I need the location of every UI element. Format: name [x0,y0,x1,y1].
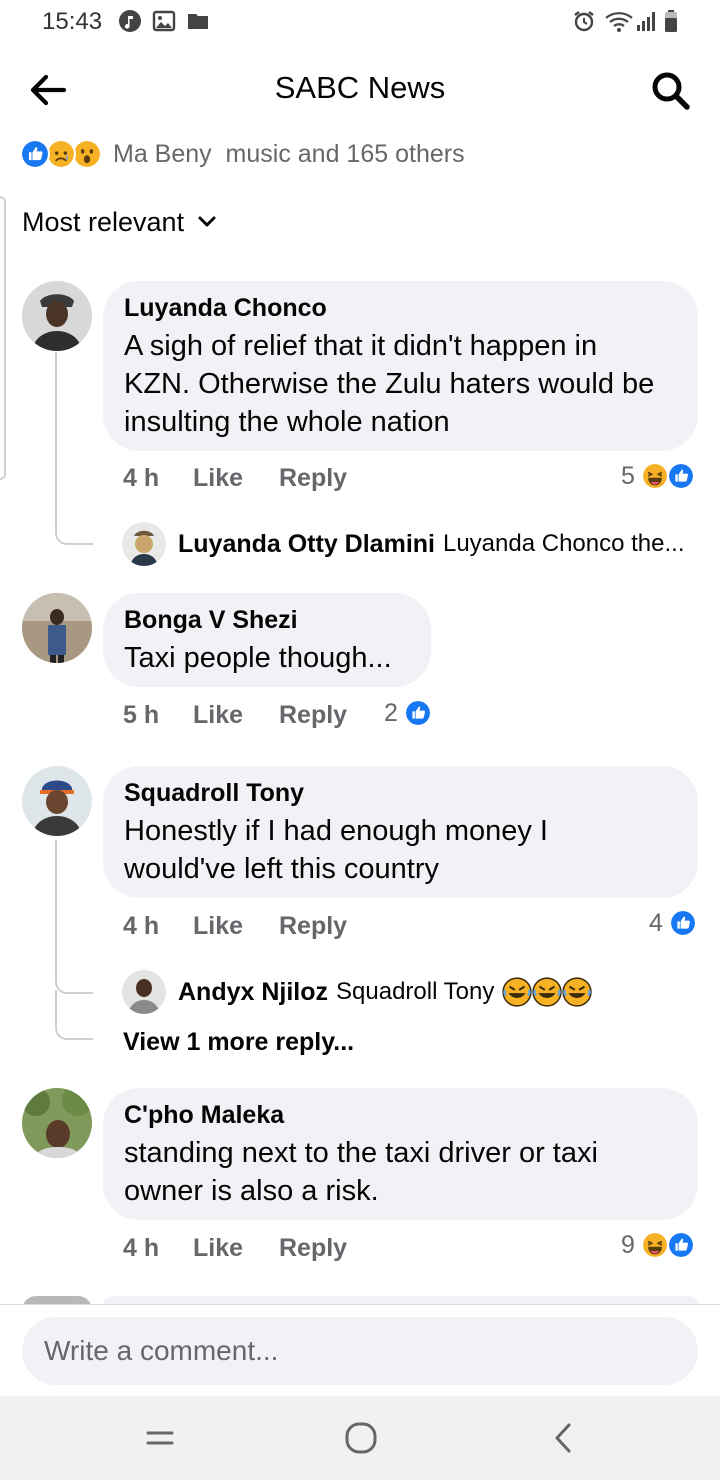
like-button[interactable]: Like [193,1234,279,1263]
rofl-emoji-icon [532,977,563,1007]
reply-preview[interactable]: Andyx Njiloz Squadroll Tony [122,970,593,1014]
haha-reaction-icon [640,1231,669,1259]
reaction-count-number: 5 [621,461,635,490]
comment-input[interactable] [22,1317,698,1385]
sad-reaction-icon [46,139,76,169]
rofl-emoji-icon [562,977,593,1007]
sort-label: Most relevant [22,206,185,237]
comment-author[interactable]: Squadroll Tony [124,778,676,808]
view-more-replies-link[interactable]: View 1 more reply... [123,1028,354,1057]
reaction-count-number: 4 [649,908,663,937]
signal-icon [637,12,655,31]
avatar[interactable] [22,281,92,351]
reply-text: Squadroll Tony [336,978,495,1005]
comment-actions: 4 h Like Reply [123,909,383,943]
like-button[interactable]: Like [193,912,279,941]
thread-connector [55,990,93,1040]
laughing-emoji-group [502,977,593,1007]
avatar[interactable] [122,522,166,566]
reaction-icons [20,137,108,171]
wow-reaction-icon [72,139,102,169]
comment-actions: 5 h Like Reply [123,698,383,732]
system-nav-bar [0,1396,720,1480]
comment-author[interactable]: C'pho Maleka [124,1100,676,1130]
battery-icon [665,10,677,32]
comment-author[interactable]: Luyanda Chonco [124,293,676,323]
like-button[interactable]: Like [193,464,279,493]
folder-notification-icon [188,14,208,29]
avatar-image [22,281,92,351]
search-icon[interactable] [646,66,694,114]
comment-timestamp: 5 h [123,700,160,729]
page-title: SABC News [274,70,446,105]
reactions-text: Ma Beny music and 165 others [113,139,465,168]
avatar[interactable] [22,593,92,663]
sort-dropdown[interactable]: Most relevant [22,200,218,244]
reactions-summary[interactable]: Ma Beny music and 165 others [20,134,465,174]
comment-bubble[interactable]: Luyanda Chonco A sigh of relief that it … [103,281,698,451]
comment-text: Taxi people though... [124,642,392,674]
reply-author[interactable]: Andyx Njiloz [178,978,328,1007]
avatar-image [22,766,92,836]
reaction-count[interactable]: 5 [621,459,695,493]
avatar[interactable] [22,1088,92,1158]
comment-bubble[interactable]: Squadroll Tony Honestly if I had enough … [103,766,698,898]
avatar-image [122,522,166,566]
reaction-count[interactable]: 4 [649,906,697,940]
comment-bubble[interactable]: C'pho Maleka standing next to the taxi d… [103,1088,698,1220]
home-icon[interactable] [341,1418,381,1458]
comment-timestamp: 4 h [123,911,160,940]
reply-button[interactable]: Reply [279,912,383,941]
avatar[interactable] [22,766,92,836]
status-bar: 15:43 [0,0,720,44]
comment-composer [0,1304,720,1396]
avatar-image [122,970,166,1014]
comment-actions: 4 h Like Reply [123,1231,383,1265]
like-button[interactable]: Like [193,701,279,730]
comment-timestamp: 4 h [123,1233,160,1262]
comment-text: Honestly if I had enough money I would'v… [124,815,548,885]
comment-text: A sigh of relief that it didn't happen i… [124,330,655,438]
comment-text: standing next to the taxi driver or taxi… [124,1137,598,1207]
reply-author[interactable]: Luyanda Otty Dlamini [178,530,435,559]
scroll-edge-indicator [0,196,6,480]
reaction-count-number: 2 [384,698,398,727]
reaction-count-number: 9 [621,1230,635,1259]
chevron-down-icon [198,216,216,227]
reply-preview[interactable]: Luyanda Otty Dlamini Luyanda Chonco the.… [122,522,685,566]
recent-apps-icon[interactable] [140,1418,180,1458]
avatar[interactable] [122,970,166,1014]
reply-text: Luyanda Chonco the... [442,530,685,557]
avatar-image [22,593,92,663]
gallery-notification-icon [152,10,176,32]
back-icon[interactable] [544,1418,584,1458]
alarm-icon [574,11,594,32]
comment-timestamp: 4 h [123,463,160,492]
rofl-emoji-icon [502,977,533,1007]
like-reaction-icon [403,699,432,727]
thread-connector [55,352,93,545]
avatar-image [22,1088,92,1158]
music-notification-icon [119,10,141,32]
reaction-count[interactable]: 2 [384,696,432,730]
like-reaction-icon [20,139,50,169]
comment-actions: 4 h Like Reply [123,461,383,495]
comment-author[interactable]: Bonga V Shezi [124,605,409,635]
reaction-count[interactable]: 9 [621,1228,695,1262]
like-reaction-icon [666,462,695,490]
reply-button[interactable]: Reply [279,1234,383,1263]
reply-button[interactable]: Reply [279,701,383,730]
thread-connector [55,840,93,994]
like-reaction-icon [668,909,697,937]
app-header: SABC News [0,44,720,134]
comment-bubble[interactable]: Bonga V Shezi Taxi people though... [103,593,431,687]
status-time: 15:43 [42,8,103,35]
like-reaction-icon [666,1231,695,1259]
wifi-icon [605,12,633,32]
reply-button[interactable]: Reply [279,464,383,493]
haha-reaction-icon [640,462,669,490]
